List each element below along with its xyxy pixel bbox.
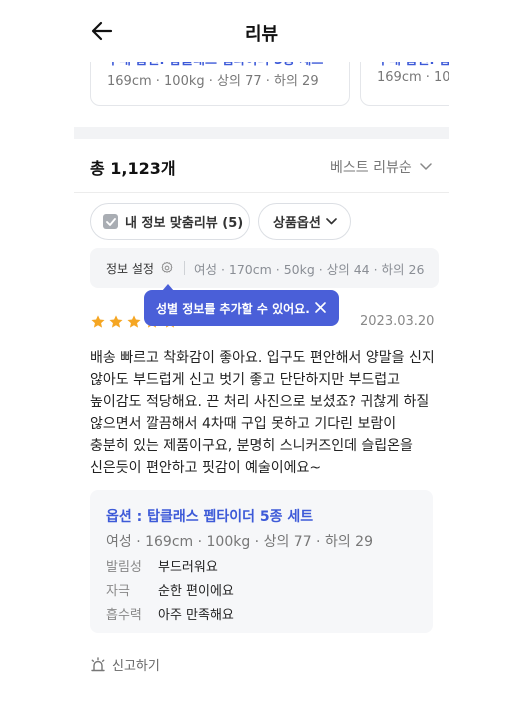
product-option-filter-chip[interactable]: 상품옵션	[258, 203, 351, 240]
section-divider	[74, 127, 449, 139]
review-date: 2023.03.20	[360, 314, 435, 329]
my-body-info: 여성 · 170cm · 50kg · 상의 44 · 하의 26	[193, 261, 425, 277]
siren-icon	[91, 657, 105, 672]
gear-icon	[161, 261, 173, 273]
attribute-value: 순한 편이에요	[158, 584, 234, 599]
review-option-title: 옵션 : 탑클래스 펩타이더 5종 세트	[106, 509, 314, 525]
attribute-key: 흡수력	[106, 608, 142, 623]
purchase-option-spec: 169cm · 100kg · 상의 77 · 하의 29	[107, 74, 319, 89]
top-app-bar: 리뷰	[74, 0, 449, 62]
tooltip-text: 성별 정보를 추가할 수 있어요.	[156, 301, 310, 316]
review-option-spec: 여성 · 169cm · 100kg · 상의 77 · 하의 29	[106, 534, 373, 550]
attribute-key: 발림성	[106, 560, 142, 575]
gender-info-tooltip: 성별 정보를 추가할 수 있어요.	[144, 284, 339, 326]
attribute-row: 발림성 부드러워요	[106, 556, 417, 575]
my-info-filter-label: 내 정보 맞춤리뷰 (5)	[125, 216, 244, 231]
tooltip-arrow	[162, 284, 174, 291]
report-label: 신고하기	[112, 659, 160, 674]
report-button[interactable]: 신고하기	[90, 655, 160, 674]
my-info-filter-chip[interactable]: 내 정보 맞춤리뷰 (5)	[90, 203, 250, 240]
sort-dropdown[interactable]: 베스트 리뷰순	[330, 157, 432, 177]
star-icon	[91, 315, 105, 328]
chevron-down-icon	[419, 163, 432, 170]
info-settings-label: 정보 설정	[106, 261, 154, 276]
review-total-count: 총 1,123개	[90, 159, 176, 178]
page-title: 리뷰	[244, 24, 279, 45]
attribute-value: 부드러워요	[158, 560, 218, 575]
attribute-value: 아주 만족해요	[158, 608, 234, 623]
my-info-bar: 정보 설정 여성 · 170cm · 50kg · 상의 44 · 하의 26	[90, 248, 439, 288]
review-option-box: 옵션 : 탑클래스 펩타이더 5종 세트 여성 · 169cm · 100kg …	[90, 490, 433, 633]
star-icon	[109, 315, 123, 328]
checkbox-icon[interactable]	[103, 214, 118, 229]
info-settings-button[interactable]: 정보 설정	[106, 260, 174, 277]
review-body: 배송 빠르고 착화감이 좋아요. 입구도 편안해서 양말을 신지 않아도 부드럽…	[90, 350, 435, 476]
close-icon[interactable]	[314, 301, 327, 314]
attribute-key: 자극	[106, 584, 130, 599]
info-separator	[183, 261, 185, 275]
summary-divider	[74, 192, 449, 193]
purchase-option-spec: 169cm · 100	[377, 70, 449, 85]
attribute-row: 자극 순한 편이에요	[106, 580, 417, 599]
sort-label: 베스트 리뷰순	[330, 160, 412, 176]
chevron-down-icon	[326, 218, 337, 225]
product-option-filter-label: 상품옵션	[273, 216, 321, 231]
star-icon	[127, 315, 141, 328]
attribute-row: 흡수력 아주 만족해요	[106, 604, 417, 623]
